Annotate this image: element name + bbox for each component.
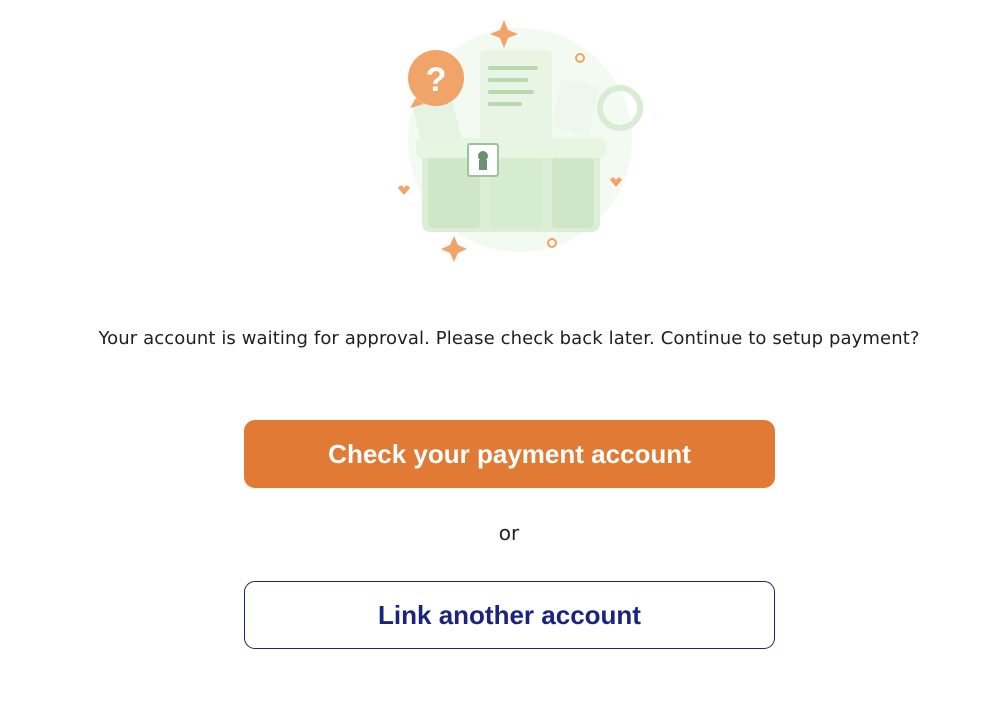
- or-separator: or: [498, 521, 520, 545]
- question-mark: ?: [426, 61, 447, 99]
- check-payment-account-button[interactable]: Check your payment account: [244, 420, 775, 488]
- document-box-question-icon: ?: [398, 20, 643, 262]
- heart-small-icon: [398, 185, 410, 195]
- approval-status-message: Your account is waiting for approval. Pl…: [98, 328, 920, 349]
- link-another-account-button[interactable]: Link another account: [244, 581, 775, 649]
- box-lid: [416, 138, 606, 158]
- approval-pending-page: ? Your account is waiting for approval. …: [0, 0, 1000, 703]
